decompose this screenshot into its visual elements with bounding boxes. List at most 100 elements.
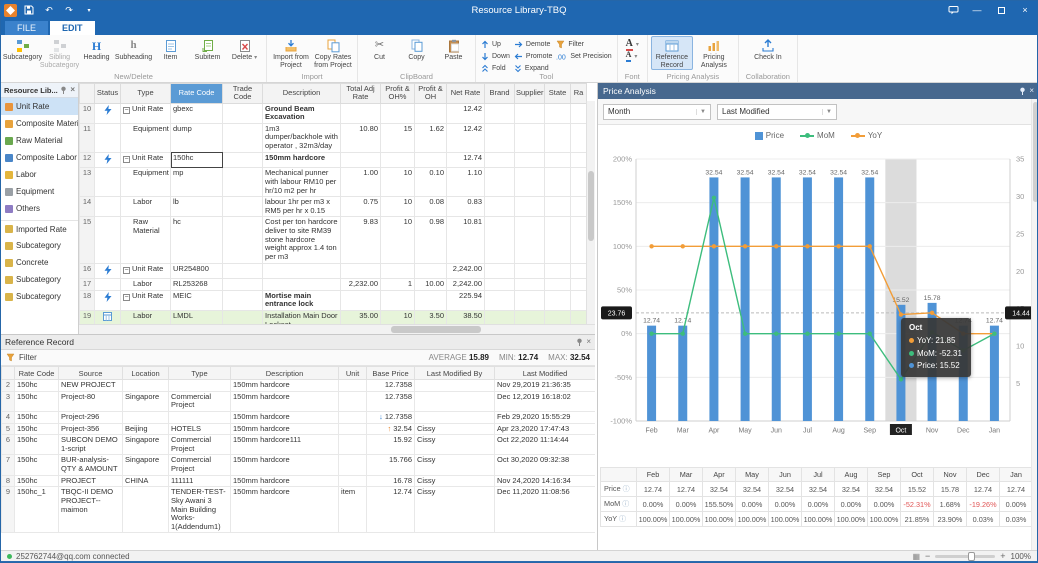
month-header-jan[interactable]: Jan bbox=[1000, 468, 1033, 482]
column-header-source[interactable]: Source bbox=[59, 367, 123, 380]
undo-icon[interactable]: ↶ bbox=[41, 2, 57, 18]
column-header-trade-code[interactable]: Trade Code bbox=[223, 84, 263, 104]
grid-vertical-scrollbar[interactable] bbox=[586, 101, 595, 324]
down-button[interactable]: Down bbox=[479, 51, 512, 62]
grid-row-11[interactable]: 11Equipmentdump1m3 dumper/backhole with … bbox=[80, 123, 587, 152]
save-icon[interactable] bbox=[21, 2, 37, 18]
price-analysis-chart[interactable]: 200%150%100%50%0%-50%-100%35302520151051… bbox=[600, 125, 1038, 455]
month-header-apr[interactable]: Apr bbox=[703, 468, 736, 482]
column-header-base-price[interactable]: Base Price bbox=[367, 367, 415, 380]
sidebar-item-equipment[interactable]: Equipment bbox=[1, 183, 78, 200]
tab-edit[interactable]: EDIT bbox=[50, 21, 95, 35]
month-header-feb[interactable]: Feb bbox=[637, 468, 670, 482]
zoom-slider[interactable] bbox=[935, 555, 995, 558]
price-table-row-yoy[interactable]: YoY ⓘ100.00%100.00%100.00%100.00%100.00%… bbox=[601, 512, 1033, 527]
maximize-button[interactable] bbox=[989, 1, 1013, 19]
fit-view-icon[interactable]: ▦ bbox=[912, 552, 920, 561]
column-header-location[interactable]: Location bbox=[123, 367, 169, 380]
month-header-aug[interactable]: Aug bbox=[835, 468, 868, 482]
copy-button[interactable]: Copy bbox=[398, 36, 435, 62]
panel-vertical-scrollbar[interactable] bbox=[1031, 99, 1038, 550]
reference-row-8[interactable]: 8150hcPROJECTCHINA111111150mm hardcore16… bbox=[2, 475, 596, 487]
zoom-in-button[interactable]: + bbox=[1000, 552, 1005, 561]
rate-code-cell-selected[interactable]: 150hc bbox=[171, 152, 223, 168]
close-panel-icon[interactable]: × bbox=[586, 338, 591, 346]
pricing-analysis-button[interactable]: Pricing Analysis bbox=[693, 36, 735, 69]
column-header-brand[interactable]: Brand bbox=[485, 84, 515, 104]
sidebar-item-composite-labor[interactable]: Composite Labor bbox=[1, 149, 78, 166]
info-icon[interactable]: ⓘ bbox=[623, 486, 630, 493]
legend-mom[interactable]: MoM bbox=[800, 131, 835, 140]
item-button[interactable]: Item bbox=[152, 36, 189, 62]
month-header-may[interactable]: May bbox=[736, 468, 769, 482]
legend-price[interactable]: Price bbox=[755, 131, 784, 140]
month-header-dec[interactable]: Dec bbox=[967, 468, 1000, 482]
info-icon[interactable]: ⓘ bbox=[619, 516, 626, 523]
reference-row-2[interactable]: 2150hcNEW PROJECT150mm hardcore12.7358No… bbox=[2, 380, 596, 392]
delete-button[interactable]: Delete ▾ bbox=[226, 36, 263, 62]
column-header-total-adj-rate[interactable]: Total Adj Rate bbox=[341, 84, 381, 104]
close-panel-icon[interactable]: × bbox=[1029, 87, 1034, 95]
column-header-last-modified[interactable]: Last Modified bbox=[495, 367, 596, 380]
sidebar-item-others[interactable]: Others bbox=[1, 200, 78, 217]
column-header-type[interactable]: Type bbox=[121, 84, 171, 104]
subitem-button[interactable]: Subitem bbox=[189, 36, 226, 62]
grid-row-18[interactable]: 18−Unit RateMEICMortise main entrance lo… bbox=[80, 290, 587, 310]
message-icon[interactable] bbox=[941, 1, 965, 19]
column-header-rate-code[interactable]: Rate Code bbox=[15, 367, 59, 380]
sidebar-item-raw-material[interactable]: Raw Material bbox=[1, 132, 78, 149]
sibling-subcategory-button[interactable]: Sibling Subcategory bbox=[41, 36, 78, 69]
font-size-button[interactable]: A▾ bbox=[624, 51, 641, 62]
pin-icon[interactable] bbox=[576, 338, 583, 346]
reference-record-button[interactable]: Reference Record bbox=[651, 36, 693, 70]
reference-row-6[interactable]: 6150hcSUBCON DEMO 1-scriptSingaporeComme… bbox=[2, 435, 596, 455]
period-select[interactable]: Month▼ bbox=[603, 104, 711, 120]
pin-icon[interactable] bbox=[1019, 87, 1026, 95]
import-from-project-button[interactable]: Import from Project bbox=[270, 36, 312, 69]
grid-row-15[interactable]: 15Raw MaterialhcCost per ton hardcore de… bbox=[80, 217, 587, 263]
column-header-status[interactable]: Status bbox=[95, 84, 121, 104]
column-header-type[interactable]: Type bbox=[169, 367, 231, 380]
collapse-icon[interactable]: − bbox=[123, 107, 130, 114]
demote-button[interactable]: Demote bbox=[512, 39, 554, 50]
reference-row-4[interactable]: 4150hcProject-296150mm hardcore↓12.7358F… bbox=[2, 411, 596, 423]
up-button[interactable]: Up bbox=[479, 39, 512, 50]
reference-row-9[interactable]: 9150hc_1TBQC-II DEMO PROJECT--maimonTEND… bbox=[2, 487, 596, 533]
month-header-jun[interactable]: Jun bbox=[769, 468, 802, 482]
redo-icon[interactable]: ↷ bbox=[61, 2, 77, 18]
minimize-button[interactable]: — bbox=[965, 1, 989, 19]
column-header-last-modified-by[interactable]: Last Modified By bbox=[415, 367, 495, 380]
grid-row-17[interactable]: 17LaborRL2532682,232.00110.002,242.00 bbox=[80, 279, 587, 291]
set-precision-button[interactable]: .00Set Precision bbox=[554, 51, 613, 62]
price-table-row-mom[interactable]: MoM ⓘ0.00%0.00%155.50%0.00%0.00%0.00%0.0… bbox=[601, 497, 1033, 512]
column-header-net-rate[interactable]: Net Rate bbox=[447, 84, 485, 104]
reference-row-3[interactable]: 3150hcProject-80SingaporeCommercial Proj… bbox=[2, 391, 596, 411]
paste-button[interactable]: Paste bbox=[435, 36, 472, 62]
zoom-out-button[interactable]: − bbox=[925, 552, 930, 561]
price-table-row-price[interactable]: Price ⓘ12.7412.7432.5432.5432.5432.5432.… bbox=[601, 482, 1033, 497]
month-header-nov[interactable]: Nov bbox=[934, 468, 967, 482]
reference-row-5[interactable]: 5150hcProject-356BeijingHOTELS150mm hard… bbox=[2, 423, 596, 435]
collapse-icon[interactable]: − bbox=[123, 294, 130, 301]
promote-button[interactable]: Promote bbox=[512, 51, 554, 62]
column-header-profit-oh[interactable]: Profit & OH bbox=[415, 84, 447, 104]
grid-row-10[interactable]: 10−Unit RategbexcGround Beam Excavation1… bbox=[80, 103, 587, 123]
filter-button[interactable]: Filter bbox=[554, 39, 613, 50]
column-header-profit-oh[interactable]: Profit & OH% bbox=[381, 84, 415, 104]
reference-row-7[interactable]: 7150hcBUR-analysis-QTY & AMOUNTSingapore… bbox=[2, 455, 596, 475]
column-header-rownum[interactable] bbox=[80, 84, 95, 104]
column-header-state[interactable]: State bbox=[545, 84, 571, 104]
sidebar-item-subcategory[interactable]: Subcategory bbox=[1, 271, 78, 288]
sidebar-item-subcategory[interactable]: Subcategory bbox=[1, 288, 78, 305]
column-header-ra[interactable]: Ra bbox=[571, 84, 587, 104]
month-header-sep[interactable]: Sep bbox=[868, 468, 901, 482]
quick-access-dropdown-icon[interactable]: ▾ bbox=[81, 2, 97, 18]
month-header-jul[interactable]: Jul bbox=[802, 468, 835, 482]
cut-button[interactable]: ✂ Cut bbox=[361, 36, 398, 62]
collapse-icon[interactable]: − bbox=[123, 267, 130, 274]
subcategory-button[interactable]: Subcategory bbox=[4, 36, 41, 62]
grid-horizontal-scrollbar[interactable] bbox=[79, 324, 595, 334]
sidebar-item-unit-rate[interactable]: Unit Rate bbox=[1, 98, 78, 115]
heading-button[interactable]: H Heading bbox=[78, 36, 115, 62]
sidebar-item-composite-material[interactable]: Composite Material bbox=[1, 115, 78, 132]
